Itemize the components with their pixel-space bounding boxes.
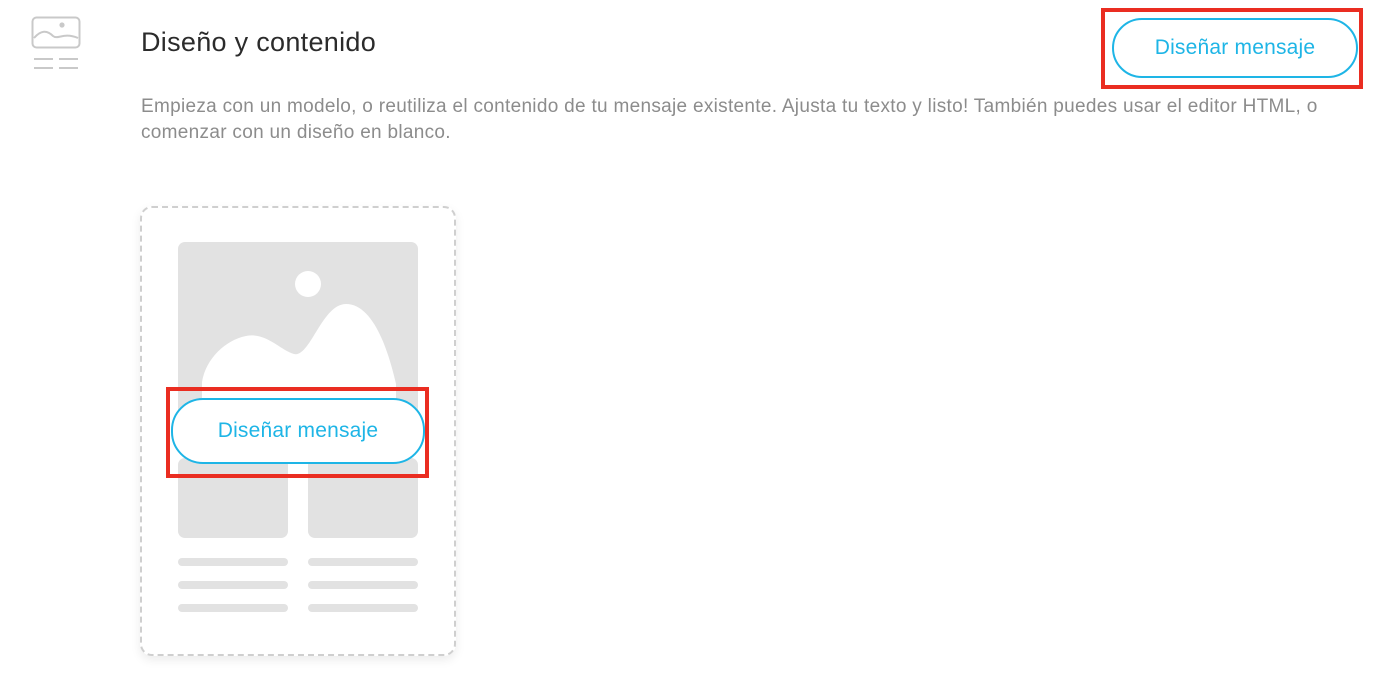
design-content-section: Diseño y contenido Empieza con un modelo… — [0, 0, 1388, 674]
text-line — [308, 558, 418, 566]
text-line — [308, 604, 418, 612]
content-block-right — [308, 458, 418, 538]
card-design-message-button[interactable]: Diseñar mensaje — [171, 398, 425, 464]
design-message-button[interactable]: Diseñar mensaje — [1112, 18, 1358, 78]
text-line — [178, 604, 288, 612]
section-title: Diseño y contenido — [141, 27, 377, 57]
content-block-left — [178, 458, 288, 538]
text-line — [308, 581, 418, 589]
text-line — [178, 558, 288, 566]
section-description: Empieza con un modelo, o reutiliza el co… — [141, 96, 1318, 143]
layout-template-icon — [31, 16, 81, 69]
text-line — [178, 581, 288, 589]
